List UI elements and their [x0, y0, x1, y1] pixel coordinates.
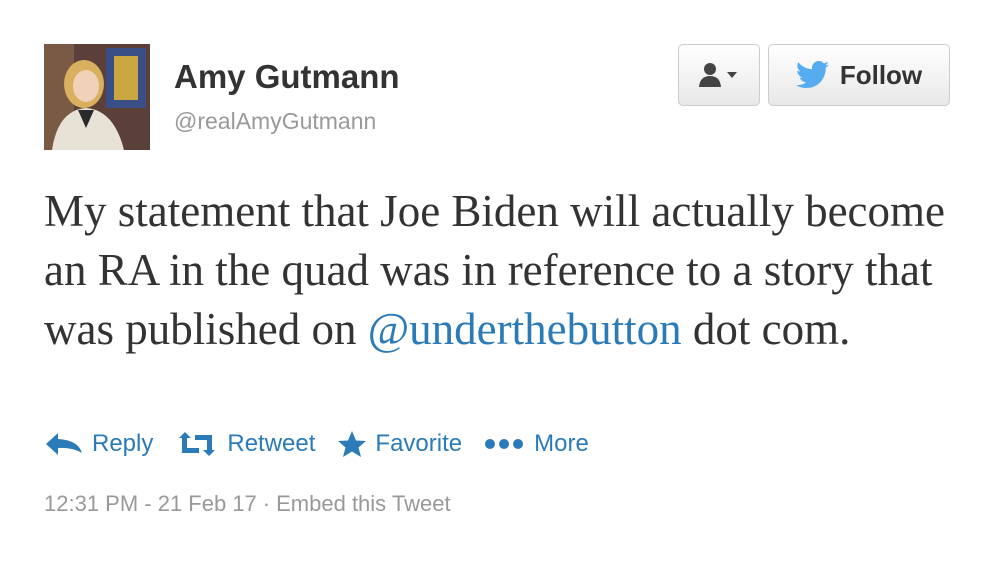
- twitter-bird-icon: [795, 61, 829, 88]
- user-icon: [699, 63, 737, 87]
- timestamp-link[interactable]: 12:31 PM - 21 Feb 17: [44, 491, 257, 516]
- follow-button[interactable]: Follow: [768, 44, 950, 106]
- tweet-card: Amy Gutmann @realAmyGutmann Follow My st…: [0, 0, 1000, 568]
- retweet-icon: [179, 432, 216, 456]
- profile-photo: [44, 44, 150, 150]
- user-actions-dropdown[interactable]: [678, 44, 760, 106]
- mention-link[interactable]: @underthebutton: [368, 304, 682, 354]
- dots-icon: [485, 439, 524, 449]
- reply-button[interactable]: Reply: [44, 430, 153, 458]
- user-handle[interactable]: @realAmyGutmann: [174, 108, 376, 135]
- avatar[interactable]: [44, 44, 150, 150]
- more-button[interactable]: More: [484, 430, 589, 458]
- reply-label: Reply: [92, 430, 154, 457]
- display-name[interactable]: Amy Gutmann: [174, 58, 400, 96]
- reply-arrow-icon: [46, 433, 82, 455]
- star-icon: [338, 431, 367, 457]
- favorite-label: Favorite: [375, 430, 463, 457]
- meta-separator: ·: [262, 491, 271, 516]
- tweet-actions: Reply Retweet Favorite More: [44, 424, 611, 464]
- retweet-button[interactable]: Retweet: [175, 430, 315, 458]
- retweet-label: Retweet: [227, 430, 316, 457]
- favorite-button[interactable]: Favorite: [337, 430, 462, 458]
- tweet-text-tail: dot com.: [681, 304, 851, 354]
- tweet-meta: 12:31 PM - 21 Feb 17 · Embed this Tweet: [44, 491, 451, 517]
- follow-label: Follow: [839, 59, 923, 90]
- tweet-text: My statement that Joe Biden will actuall…: [44, 182, 964, 359]
- embed-tweet-link[interactable]: Embed this Tweet: [276, 491, 450, 516]
- more-label: More: [534, 430, 589, 457]
